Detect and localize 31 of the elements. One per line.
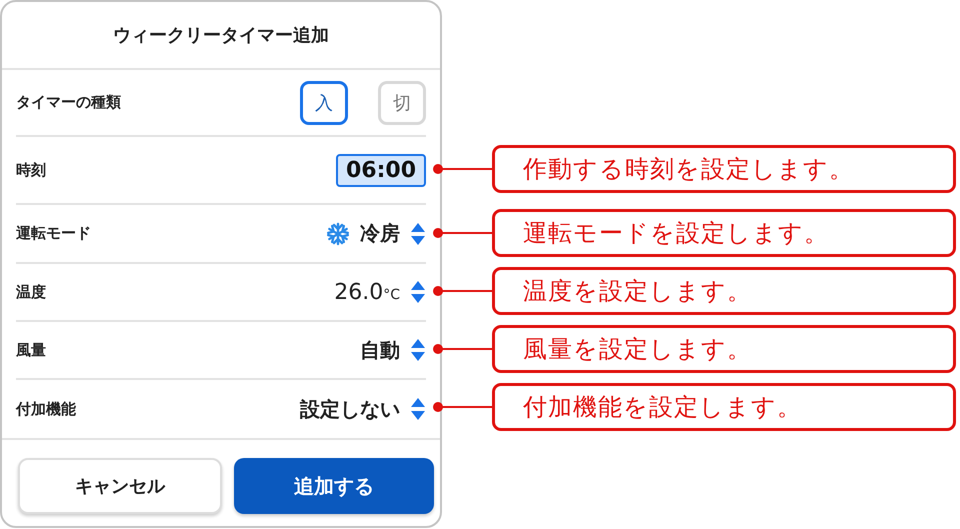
select-value: 26.0°C xyxy=(334,280,400,304)
timer-type-button[interactable]: 切 xyxy=(378,80,426,124)
setting-label: 風量 xyxy=(16,340,46,360)
setting-label: 時刻 xyxy=(16,160,46,180)
spinner-icon[interactable] xyxy=(410,338,426,362)
setting-label: 運転モード xyxy=(16,224,91,243)
timer-type-button[interactable]: 入 xyxy=(300,80,348,124)
setting-label: 付加機能 xyxy=(16,400,76,418)
callout: 温度を設定します。 xyxy=(492,267,956,315)
spinner-icon[interactable] xyxy=(410,280,426,304)
snowflake-icon xyxy=(326,222,350,246)
callout: 付加機能を設定します。 xyxy=(492,383,956,431)
callout: 風量を設定します。 xyxy=(492,325,956,373)
dialog-title: ウィークリータイマー追加 xyxy=(113,24,329,47)
select-value: 冷房 xyxy=(360,220,400,247)
leader-line xyxy=(432,343,492,355)
leader-line xyxy=(432,163,492,175)
leader-line xyxy=(432,401,492,413)
add-button[interactable]: 追加する xyxy=(234,458,434,514)
setting-label: タイマーの種類 xyxy=(16,93,121,112)
callout: 運転モードを設定します。 xyxy=(492,208,956,256)
cancel-button[interactable]: キャンセル xyxy=(18,458,222,514)
leader-line xyxy=(432,285,492,297)
callout: 作動する時刻を設定します。 xyxy=(492,145,956,193)
select-value: 設定しない xyxy=(300,396,400,422)
setting-label: 温度 xyxy=(16,282,46,302)
time-field[interactable]: 06:00 xyxy=(336,154,426,186)
leader-line xyxy=(432,226,492,238)
spinner-icon[interactable] xyxy=(410,397,426,421)
spinner-icon[interactable] xyxy=(410,222,426,246)
select-value: 自動 xyxy=(360,336,400,364)
